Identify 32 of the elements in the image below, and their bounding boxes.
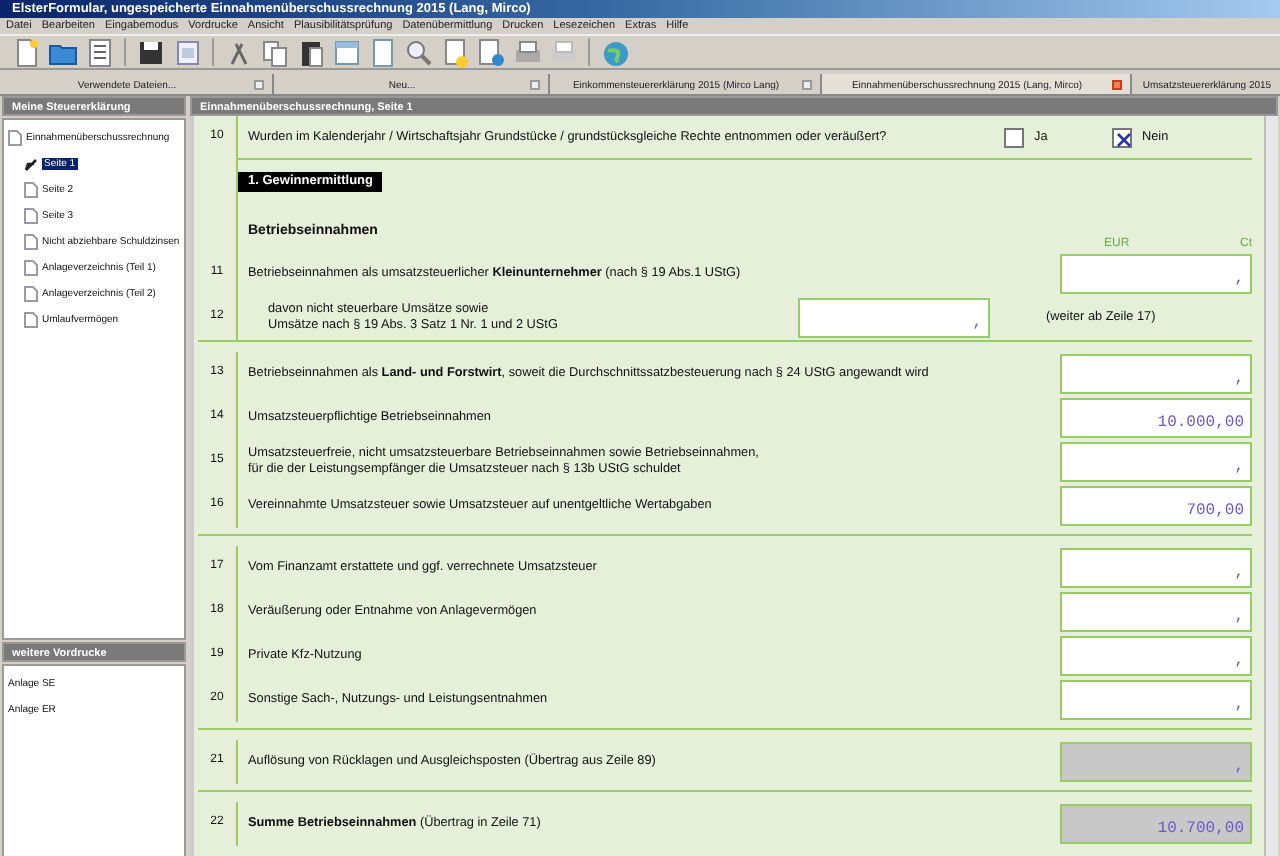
close-icon[interactable] — [802, 80, 812, 90]
printer-icon[interactable] — [512, 37, 542, 67]
input-field[interactable]: , — [1060, 679, 1252, 720]
paste-icon[interactable] — [296, 37, 326, 67]
page-icon — [8, 129, 22, 145]
input-field[interactable]: , — [1060, 353, 1252, 394]
search-icon[interactable] — [404, 37, 434, 67]
checkbox[interactable] — [1004, 127, 1024, 147]
input-field[interactable]: , — [1060, 441, 1252, 482]
scrollbar[interactable] — [1264, 116, 1278, 856]
input-field[interactable]: , — [1060, 635, 1252, 676]
input-field[interactable]: , — [1060, 253, 1252, 294]
globe-icon[interactable] — [600, 37, 630, 67]
pencil-icon — [24, 155, 38, 171]
input-field[interactable]: 700,00 — [1060, 485, 1252, 526]
input-field: 10.700,00 — [1060, 803, 1252, 844]
close-icon[interactable] — [530, 80, 540, 90]
input-field[interactable]: , — [798, 297, 990, 338]
input-field[interactable]: , — [1060, 591, 1252, 632]
close-icon[interactable] — [254, 80, 264, 90]
input-field: , — [1060, 741, 1252, 782]
document-icon[interactable] — [440, 37, 470, 67]
printer-icon[interactable] — [548, 37, 578, 67]
input-field[interactable]: , — [1060, 547, 1252, 588]
list-icon[interactable] — [84, 37, 114, 67]
document-icon[interactable] — [476, 37, 506, 67]
checkbox[interactable] — [1112, 127, 1132, 147]
save-icon[interactable] — [136, 37, 166, 67]
input-field[interactable]: 10.000,00 — [1060, 397, 1252, 438]
close-icon[interactable] — [1112, 80, 1122, 90]
page-icon[interactable] — [368, 37, 398, 67]
new-document-icon[interactable] — [12, 37, 42, 67]
